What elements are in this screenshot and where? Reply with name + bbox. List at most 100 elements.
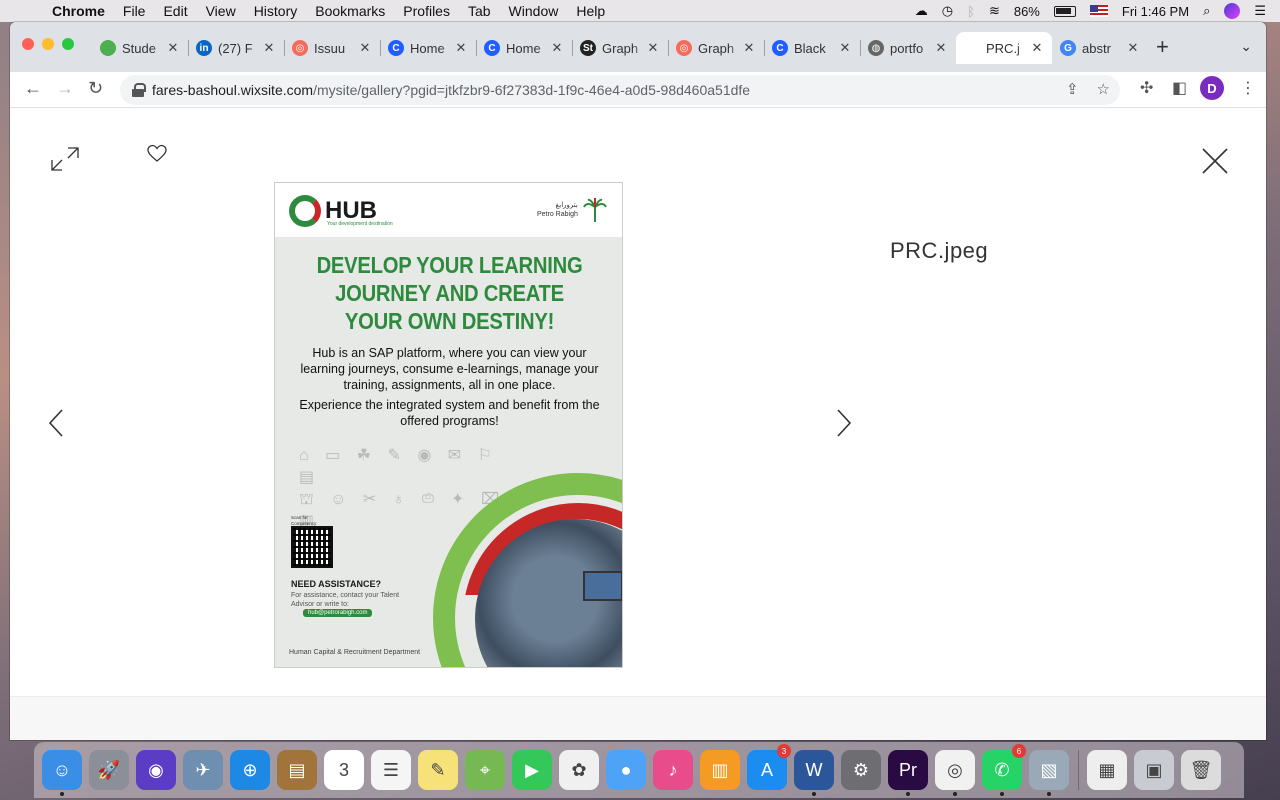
dock-app-itunes-icon[interactable]: ♪ bbox=[653, 750, 693, 790]
dock-app-finder-icon[interactable]: ☺ bbox=[42, 750, 82, 796]
tab-close-icon[interactable]: ✕ bbox=[358, 40, 372, 56]
chrome-menu-icon[interactable]: ⋮ bbox=[1240, 78, 1256, 98]
notification-center-icon[interactable]: ☰ bbox=[1254, 3, 1266, 19]
wifi-icon[interactable]: ≋ bbox=[989, 3, 1000, 19]
profile-avatar[interactable]: D bbox=[1200, 76, 1224, 100]
tab-close-icon[interactable]: ✕ bbox=[262, 40, 276, 56]
back-arrow-icon[interactable]: ← bbox=[24, 78, 42, 99]
browser-tab[interactable]: Stude ✕ bbox=[92, 32, 188, 64]
dock-app-image-capture-icon[interactable]: ✈ bbox=[183, 750, 223, 790]
browser-tab[interactable]: C Home ✕ bbox=[380, 32, 476, 64]
next-image-chevron-icon[interactable] bbox=[834, 408, 854, 438]
tab-close-icon[interactable]: ✕ bbox=[742, 40, 756, 56]
previous-image-chevron-icon[interactable] bbox=[46, 408, 66, 438]
dock-app-downloads-icon[interactable]: ▣ bbox=[1134, 750, 1174, 790]
menu-help[interactable]: Help bbox=[576, 3, 605, 19]
menu-app-name[interactable]: Chrome bbox=[52, 3, 105, 19]
dock-app-safari-icon[interactable]: ⊕ bbox=[230, 750, 270, 790]
dock-app-siri-icon[interactable]: ◉ bbox=[136, 750, 176, 790]
battery-percent[interactable]: 86% bbox=[1014, 4, 1040, 19]
dock-glyph: ▣ bbox=[1145, 759, 1163, 780]
dock-app-facetime-icon[interactable]: ▶ bbox=[512, 750, 552, 790]
dock-app-maps-icon[interactable]: ⌖ bbox=[465, 750, 505, 790]
menu-profiles[interactable]: Profiles bbox=[403, 3, 450, 19]
menu-edit[interactable]: Edit bbox=[163, 3, 187, 19]
dock-app-chrome-icon[interactable]: ◎ bbox=[935, 750, 975, 796]
dock-app-preview-icon[interactable]: ▧ bbox=[1029, 750, 1069, 796]
battery-icon[interactable] bbox=[1053, 5, 1076, 17]
dock-app-photos-icon[interactable]: ✿ bbox=[559, 750, 599, 790]
dock-app-notes-icon[interactable]: ✎ bbox=[418, 750, 458, 790]
menu-bookmarks[interactable]: Bookmarks bbox=[315, 3, 385, 19]
browser-tab[interactable]: ◎ Issuu ✕ bbox=[284, 32, 380, 64]
browser-tab[interactable]: C Black ✕ bbox=[764, 32, 860, 64]
close-lightbox-icon[interactable] bbox=[1200, 146, 1230, 176]
close-window-button[interactable] bbox=[22, 38, 34, 50]
dock-app-document-icon[interactable]: ▦ bbox=[1087, 750, 1127, 790]
dock-glyph: ☺ bbox=[52, 759, 72, 780]
tab-close-icon[interactable]: ✕ bbox=[934, 40, 948, 56]
extensions-puzzle-icon[interactable]: ✣ bbox=[1140, 78, 1153, 98]
browser-tab[interactable]: ◍ portfo ✕ bbox=[860, 32, 956, 64]
menu-tab[interactable]: Tab bbox=[468, 3, 491, 19]
dock-app-word-icon[interactable]: W bbox=[794, 750, 834, 796]
new-tab-button[interactable]: + bbox=[1156, 34, 1169, 60]
address-bar[interactable]: fares-bashoul.wixsite.com/mysite/gallery… bbox=[120, 75, 1120, 105]
running-indicator bbox=[812, 792, 816, 796]
dock-app-system-preferences-icon[interactable]: ⚙ bbox=[841, 750, 881, 790]
creative-cloud-icon[interactable]: ☁ bbox=[915, 3, 928, 19]
browser-tab[interactable]: ◎ Graph ✕ bbox=[668, 32, 764, 64]
expand-fullscreen-icon[interactable] bbox=[50, 144, 80, 174]
tab-search-chevron-icon[interactable]: ⌄ bbox=[1240, 38, 1252, 55]
dock-app-books-icon[interactable]: ▥ bbox=[700, 750, 740, 790]
browser-tab[interactable]: Gabstr ✕ bbox=[1052, 32, 1148, 64]
dock-app-notefile-icon[interactable]: ▤ bbox=[277, 750, 317, 790]
menu-history[interactable]: History bbox=[254, 3, 298, 19]
dock-glyph: ▶ bbox=[525, 759, 539, 780]
bookmark-star-icon[interactable]: ☆ bbox=[1097, 80, 1110, 98]
dock-app-app-store-icon[interactable]: A3 bbox=[747, 744, 791, 790]
reload-icon[interactable]: ↻ bbox=[88, 78, 103, 99]
minimize-window-button[interactable] bbox=[42, 38, 54, 50]
tab-close-icon[interactable]: ✕ bbox=[838, 40, 852, 56]
dock-app-calendar-icon[interactable]: 3 bbox=[324, 750, 364, 790]
lock-icon[interactable] bbox=[132, 83, 146, 97]
bluetooth-icon[interactable]: ᛒ bbox=[967, 4, 975, 19]
browser-tab[interactable]: PRC.j ✕ bbox=[956, 32, 1052, 64]
spotlight-search-icon[interactable]: ⌕ bbox=[1203, 3, 1210, 19]
tab-close-icon[interactable]: ✕ bbox=[454, 40, 468, 56]
tab-close-icon[interactable]: ✕ bbox=[1126, 40, 1140, 56]
dock-glyph: ▦ bbox=[1098, 759, 1116, 780]
gallery-image[interactable]: HUB Your development destination بتروراب… bbox=[274, 182, 623, 668]
browser-tab[interactable]: C Home ✕ bbox=[476, 32, 572, 64]
menu-view[interactable]: View bbox=[206, 3, 236, 19]
support-email: hub@petrorabigh.com bbox=[303, 609, 373, 617]
dock-app-premiere-pro-icon[interactable]: Pr bbox=[888, 750, 928, 796]
input-source-flag-icon[interactable] bbox=[1089, 5, 1108, 17]
tab-close-icon[interactable]: ✕ bbox=[1030, 40, 1044, 56]
url-text[interactable]: fares-bashoul.wixsite.com/mysite/gallery… bbox=[152, 82, 750, 98]
tab-strip: Stude ✕ in (27) F ✕ ◎ Issuu ✕ C Home ✕ C Home ✕ St Grap… bbox=[10, 22, 1266, 72]
dock-app-reminders-icon[interactable]: ☰ bbox=[371, 750, 411, 790]
clock[interactable]: Fri 1:46 PM bbox=[1122, 4, 1189, 19]
dock-app-trash-icon[interactable]: 🗑 bbox=[1181, 750, 1221, 790]
tab-close-icon[interactable]: ✕ bbox=[646, 40, 660, 56]
browser-tab[interactable]: in (27) F ✕ bbox=[188, 32, 284, 64]
need-assistance-title: NEED ASSISTANCE? bbox=[291, 579, 382, 589]
dock-app-messages-icon[interactable]: ● bbox=[606, 750, 646, 790]
menu-window[interactable]: Window bbox=[509, 3, 559, 19]
forward-arrow-icon[interactable]: → bbox=[56, 78, 74, 99]
tab-close-icon[interactable]: ✕ bbox=[550, 40, 564, 56]
fullscreen-window-button[interactable] bbox=[62, 38, 74, 50]
tab-close-icon[interactable]: ✕ bbox=[166, 40, 180, 56]
share-icon[interactable]: ⇪ bbox=[1066, 80, 1079, 98]
siri-icon[interactable] bbox=[1224, 3, 1241, 19]
dock-app-whatsapp-icon[interactable]: ✆ 6 bbox=[982, 744, 1026, 796]
url-path: /mysite/gallery?pgid=jtkfzbr9-6f27383d-1… bbox=[313, 82, 751, 98]
menu-file[interactable]: File bbox=[123, 3, 146, 19]
dock-app-launchpad-icon[interactable]: 🚀 bbox=[89, 750, 129, 790]
side-panel-icon[interactable]: ◧ bbox=[1172, 78, 1187, 98]
heart-like-icon[interactable] bbox=[147, 144, 167, 164]
time-machine-icon[interactable]: ◷ bbox=[942, 3, 953, 19]
browser-tab[interactable]: St Graph ✕ bbox=[572, 32, 668, 64]
